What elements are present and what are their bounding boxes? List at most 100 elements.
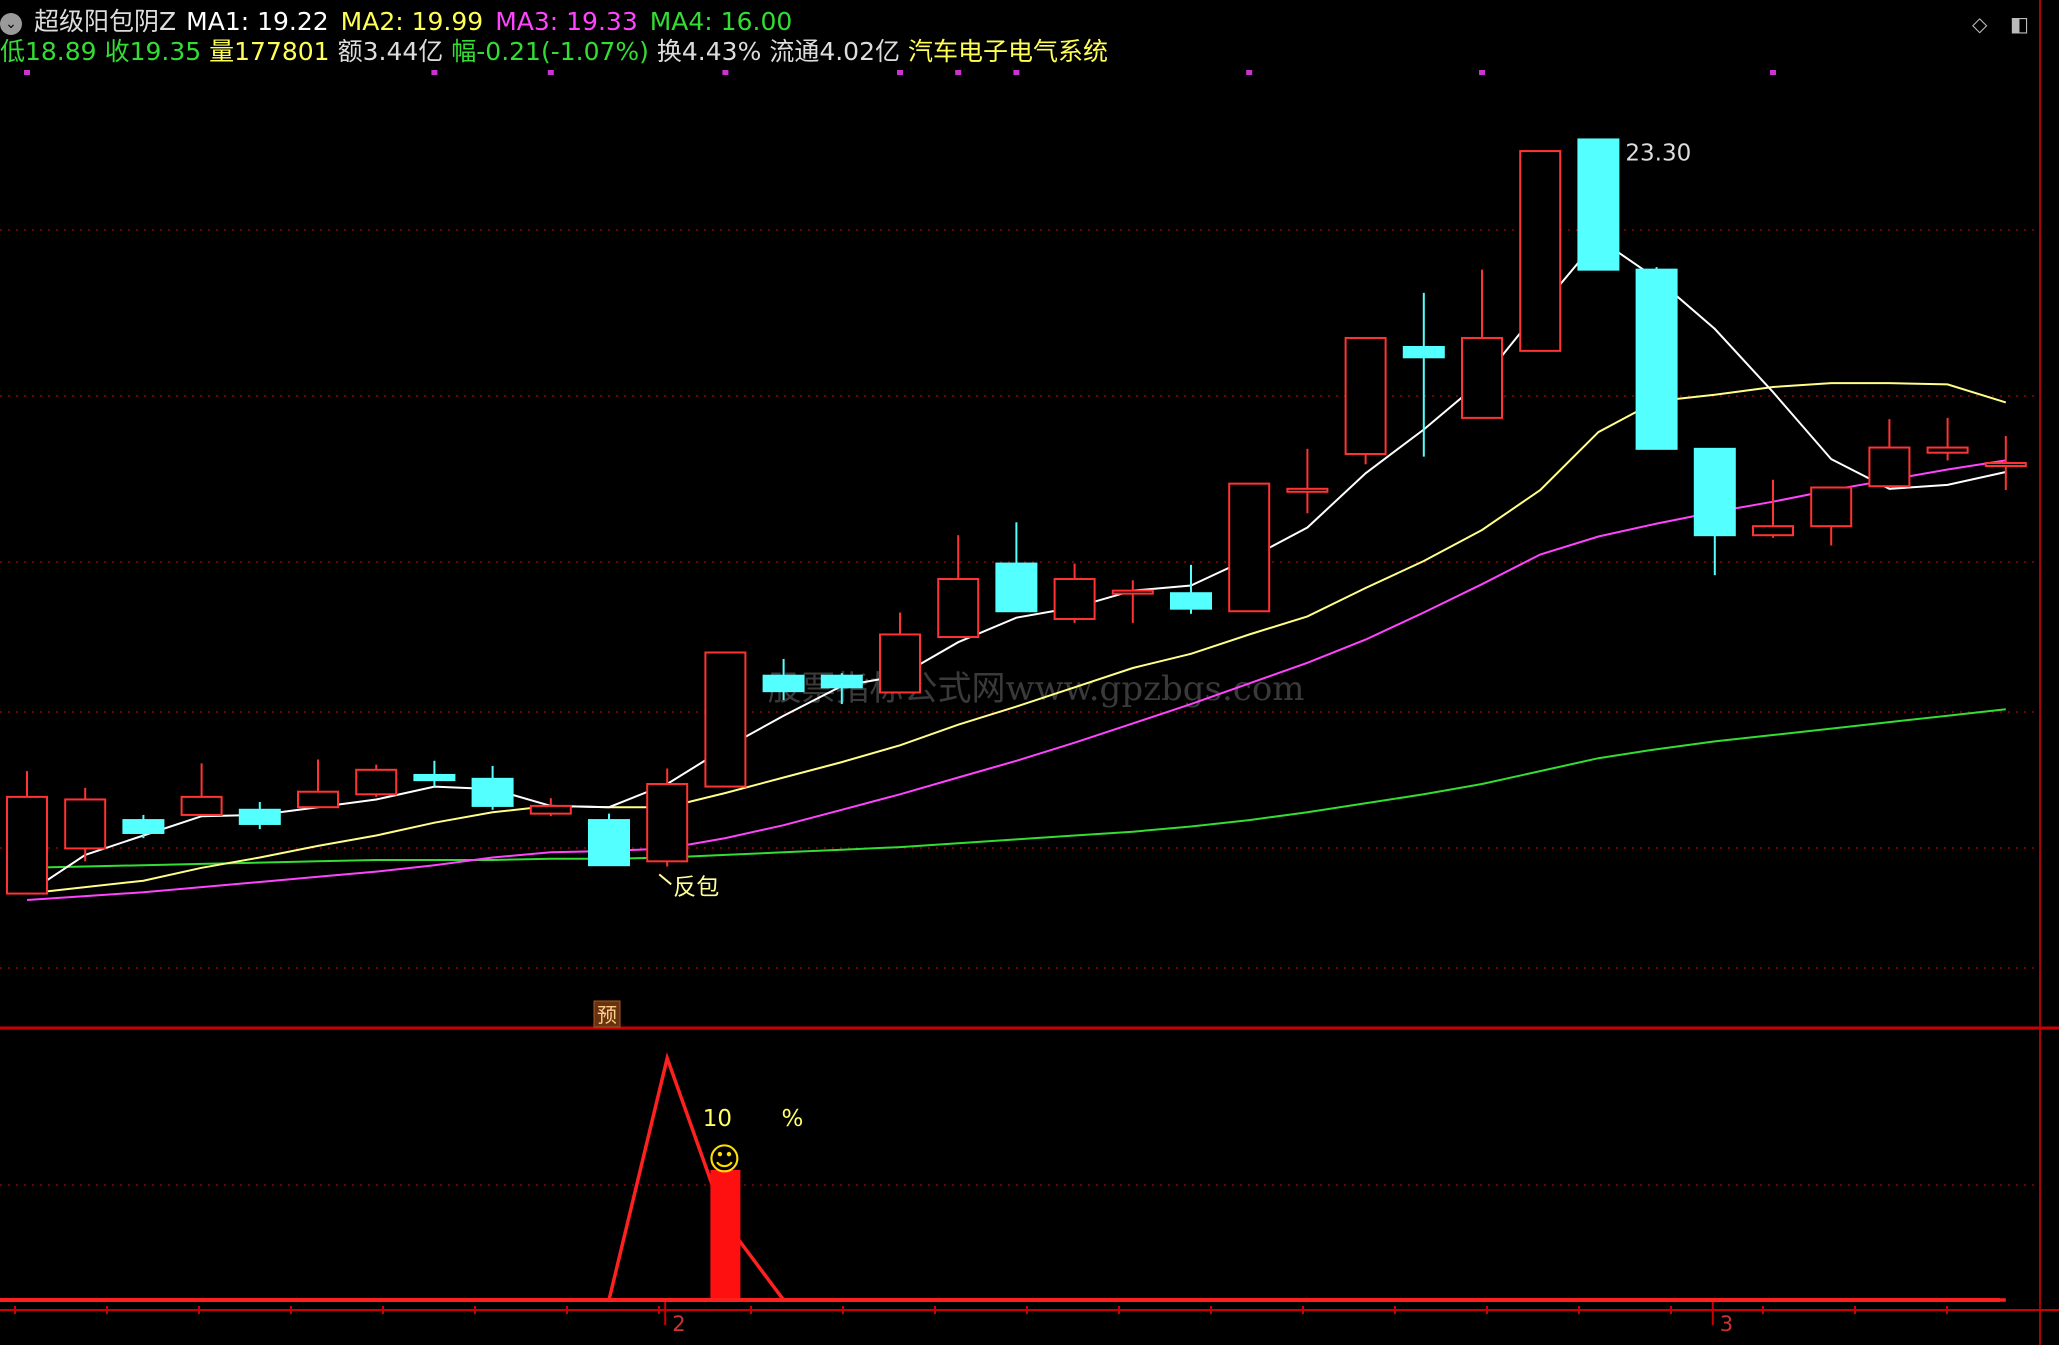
- flag-label: 预: [597, 1003, 617, 1027]
- quote-field: 量177801: [209, 37, 330, 66]
- ma-label: MA1: 19.22: [186, 7, 329, 36]
- ma-label: MA2: 19.99: [340, 7, 484, 36]
- signal-dot: [24, 70, 30, 75]
- candle-body: [1693, 447, 1736, 537]
- candle-body: [1344, 336, 1387, 455]
- signal-dot: [431, 70, 438, 75]
- quote-field: 汽车电子电气系统: [908, 37, 1109, 66]
- quote-field: 幅-0.21(-1.07%): [451, 37, 649, 66]
- candle-body: [1926, 446, 1969, 454]
- candle: [1053, 563, 1096, 623]
- candle-body: [1111, 589, 1154, 595]
- candle-body: [646, 782, 689, 863]
- quote-field: 流通4.02亿: [769, 37, 900, 66]
- candle: [1926, 417, 1969, 461]
- candle-body: [471, 777, 514, 807]
- candle: [413, 760, 456, 787]
- candle: [879, 612, 921, 694]
- candle-body: [529, 804, 572, 815]
- indicator-header: ⌄ 超级阳包阴Z MA1: 19.22 MA2: 19.99 MA3: 19.33 MA4…: [0, 7, 816, 36]
- candlestick-series[interactable]: [6, 138, 2027, 895]
- candle-body: [1635, 268, 1678, 450]
- candle: [1519, 150, 1562, 352]
- signal-dot: [1246, 70, 1253, 75]
- candle-body: [1577, 138, 1620, 271]
- candle-body: [122, 819, 165, 834]
- candle: [704, 651, 747, 788]
- candle-body: [1286, 487, 1329, 493]
- candle: [995, 522, 1038, 613]
- quote-field: 收19.35: [104, 37, 202, 66]
- candle-body: [238, 808, 281, 825]
- signal-dot: [722, 70, 729, 75]
- signal-dot: [547, 70, 554, 75]
- signal-dot: [897, 70, 903, 75]
- stock-chart[interactable]: 股票指标公式网www.gpzbgs.com 23.30反包预 10 %☺ 23: [0, 0, 2059, 1345]
- quote-field: 额3.44亿: [337, 37, 444, 66]
- candle-body: [879, 633, 921, 694]
- signal-dot: [1770, 70, 1776, 75]
- candle-body: [1519, 150, 1562, 352]
- candle: [1984, 435, 2027, 491]
- candle: [1577, 138, 1620, 271]
- candle-body: [297, 790, 339, 809]
- window-icon[interactable]: ◧: [2010, 12, 2029, 36]
- quote-info: 低18.89 收19.35 量177801 额3.44亿 幅-0.21(-1.07%) 换…: [0, 37, 1116, 66]
- candle-body: [1053, 578, 1096, 620]
- candle-body: [413, 773, 456, 782]
- indicator-unit-label: %: [781, 1106, 803, 1132]
- dropdown-icon[interactable]: ⌄: [0, 13, 22, 35]
- candle: [1111, 580, 1154, 623]
- ma-label: MA3: 19.33: [495, 7, 638, 36]
- signal-markers: [24, 70, 1776, 75]
- candle-body: [64, 798, 107, 850]
- candle: [588, 813, 630, 867]
- candle: [471, 765, 514, 810]
- x-tick-label: 2: [672, 1312, 685, 1336]
- candle-body: [820, 674, 863, 689]
- signal-dot: [955, 70, 962, 75]
- lower-indicator-panel[interactable]: 10 % ☺: [0, 1052, 2006, 1302]
- candle-body: [704, 651, 747, 788]
- annotation-label: 反包: [673, 874, 719, 900]
- candle-body: [180, 795, 223, 816]
- candle: [646, 768, 689, 867]
- x-tick-label: 3: [1720, 1312, 1733, 1336]
- candle: [122, 814, 165, 839]
- candle: [1461, 269, 1503, 419]
- candle-body: [1461, 336, 1503, 419]
- candle: [1286, 448, 1329, 514]
- diamond-icon[interactable]: ◇: [1972, 12, 1987, 36]
- candle-body: [995, 562, 1038, 613]
- candle-body: [1752, 525, 1794, 537]
- candle: [1402, 292, 1445, 457]
- candle-body: [588, 819, 630, 867]
- annotation-arrow: [658, 873, 672, 886]
- candle-body: [1402, 345, 1445, 359]
- candle: [297, 759, 339, 809]
- indicator-bar: [710, 1170, 741, 1300]
- candle: [1170, 564, 1212, 614]
- candle: [1868, 419, 1911, 488]
- candle: [1344, 336, 1387, 465]
- quote-field: 换4.43%: [656, 37, 762, 66]
- candle: [1693, 447, 1736, 576]
- ma-label: MA4: 16.00: [649, 7, 793, 36]
- indicator-name[interactable]: 超级阳包阴Z: [34, 7, 176, 36]
- candle: [1810, 486, 1853, 546]
- candle: [238, 802, 281, 830]
- candle-body: [1170, 592, 1212, 610]
- signal-dot: [1013, 70, 1020, 75]
- candle: [1752, 479, 1794, 538]
- indicator-line: [27, 1052, 2006, 1302]
- indicator-value-label: 10: [703, 1106, 732, 1132]
- quote-field: 低18.89: [0, 37, 97, 66]
- candle-body: [1228, 482, 1271, 613]
- candle-body: [6, 795, 48, 895]
- candle: [1228, 482, 1271, 613]
- smiley-icon: ☺: [708, 1140, 741, 1178]
- candle: [180, 763, 223, 816]
- high-price-label: 23.30: [1625, 140, 1691, 166]
- ma-labels: MA1: 19.22 MA2: 19.99 MA3: 19.33 MA4: 16.00: [186, 7, 804, 36]
- x-axis: 23: [14, 1302, 1948, 1336]
